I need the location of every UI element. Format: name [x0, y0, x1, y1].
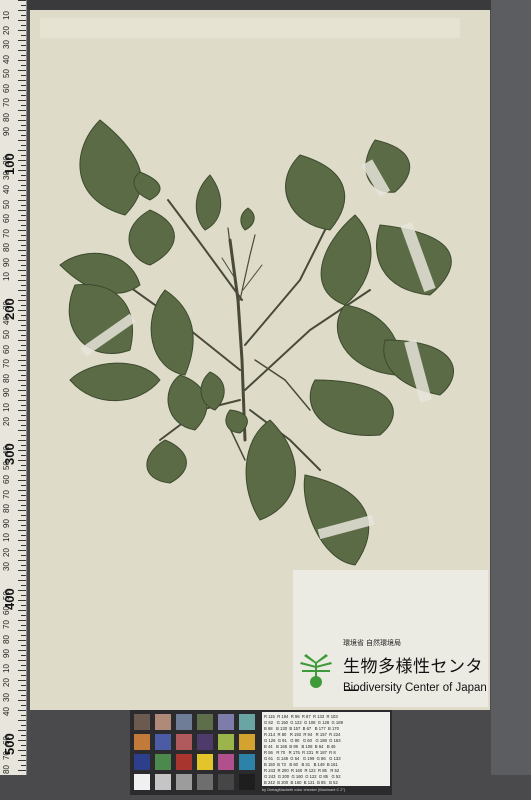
color-swatch: [239, 734, 255, 750]
ruler-right: [491, 0, 531, 800]
color-swatch: [197, 734, 213, 750]
color-swatch: [176, 754, 192, 770]
leaf-5: [240, 207, 255, 231]
color-swatch: [239, 754, 255, 770]
color-swatch: [239, 714, 255, 730]
color-values-row: R 115 R 194 R 98 R 87 R 133 R 103: [264, 714, 338, 719]
flower-stem-3: [242, 264, 263, 291]
color-swatch: [218, 734, 234, 750]
color-values-row: R 56 R 70 R 175 R 231 R 187 R 8: [264, 750, 336, 755]
color-swatch: [134, 774, 150, 790]
color-values-row: G 126 G 91 G 90 G 60 G 188 G 163: [264, 738, 341, 743]
color-swatch: [239, 774, 255, 790]
leaf-10: [150, 289, 194, 376]
color-values-row: B 150 B 73 B 60 B 31 B 149 B 161: [264, 762, 338, 767]
color-chart-footer: by GretagMacbeth color checker (Illumina…: [262, 788, 346, 792]
leaf-15: [69, 362, 161, 402]
leaf-16: [167, 374, 208, 431]
color-swatch: [176, 714, 192, 730]
color-swatch: [197, 714, 213, 730]
color-swatch: [176, 734, 192, 750]
biodiversity-logo-icon: [300, 654, 332, 688]
institution-label: 環境省 自然環境局 生物多様性センター Biodiversity Center …: [293, 570, 488, 707]
color-swatch: [218, 754, 234, 770]
color-values-row: G 61 G 148 G 54 G 199 G 86 G 133: [264, 756, 341, 761]
color-swatch: [218, 774, 234, 790]
color-swatch: [134, 754, 150, 770]
color-values-row: G 82 G 150 G 122 G 108 G 128 G 189: [264, 720, 343, 725]
color-swatch: [155, 774, 171, 790]
center-name-jp: 生物多様性センター: [343, 657, 483, 701]
color-values-row: R 243 R 200 R 160 R 122 R 85 R 52: [264, 768, 340, 773]
leaf-20: [146, 439, 187, 484]
leaf-3: [195, 174, 222, 231]
color-values-table: R 115 R 194 R 98 R 87 R 133 R 103 G 82 G …: [262, 712, 390, 786]
color-swatch: [176, 774, 192, 790]
color-swatch: [197, 774, 213, 790]
color-values-row: R 214 R 80 R 193 R 94 R 157 R 224: [264, 732, 341, 737]
branch-diagonal: [254, 359, 311, 411]
leaf-1: [79, 119, 142, 216]
leaf-21: [245, 419, 296, 521]
color-values-row: B 44 B 166 B 99 B 108 B 64 B 46: [264, 744, 336, 749]
leaf-4: [128, 209, 175, 266]
color-swatch: [134, 734, 150, 750]
color-swatch: [134, 714, 150, 730]
color-values-row: B 68 B 130 B 157 B 67 B 177 B 170: [264, 726, 339, 731]
color-swatch: [218, 714, 234, 730]
ministry-text: 環境省 自然環境局: [343, 640, 401, 647]
color-values-row: B 242 B 200 B 160 B 121 B 85 B 52: [264, 780, 338, 785]
color-swatch: [197, 754, 213, 770]
color-swatch: [155, 734, 171, 750]
flower-stem-2: [239, 234, 256, 301]
leaf-6: [285, 154, 346, 231]
color-swatch: [155, 714, 171, 730]
leaf-18: [309, 379, 394, 436]
color-values-row: G 243 G 200 G 160 G 122 G 85 G 52: [264, 774, 341, 779]
color-swatch: [155, 754, 171, 770]
center-name-en: Biodiversity Center of Japan: [343, 682, 487, 694]
